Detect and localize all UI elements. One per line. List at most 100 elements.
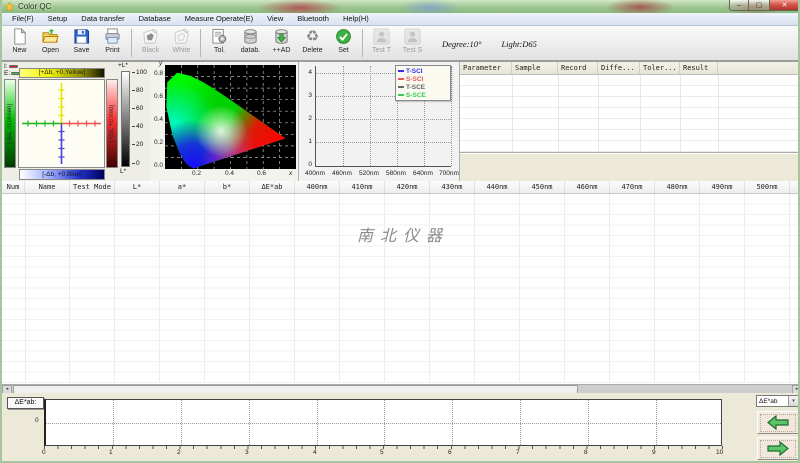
col-test-mode[interactable]: Test Mode [70,181,115,193]
spectral-y-tick: 1 [308,138,312,145]
col-a[interactable]: a* [160,181,205,193]
legend-item-s-sci: S-SCI [398,75,448,83]
save-button[interactable]: Save [66,27,97,60]
spectral-x-tick: 580nm [386,170,406,177]
col-420nm[interactable]: 420nm [385,181,430,193]
result-col-difference[interactable]: Diffe... [598,62,640,74]
lightness-gradient-bar [121,71,130,167]
save-floppy-icon [72,27,91,46]
menu-setup[interactable]: Setup [41,13,75,25]
col-num[interactable]: Num [2,181,25,193]
legend-item-t-sci: T-SCI [398,67,448,75]
result-table-panel: Parameter Sample Record Diffe... Toler..… [459,62,798,182]
trend-x-tick: 0 [42,449,46,456]
sample-legend: E: [4,70,21,77]
col-410nm[interactable]: 410nm [340,181,385,193]
col-b[interactable]: b* [205,181,250,193]
col-460nm[interactable]: 460nm [565,181,610,193]
red-axis-bar: [+Δa, +0,Red] [106,79,118,168]
close-button[interactable]: ✕ [769,0,798,11]
menu-database[interactable]: Database [132,13,178,25]
cie-x-axis-label: x [289,170,293,177]
delta-e-label-button[interactable]: ΔE*ab: [7,397,44,409]
spectral-legend: T-SCI S-SCI T-SCE S-SCE [395,65,451,101]
col-490nm[interactable]: 490nm [700,181,745,193]
set-button[interactable]: Set [328,27,359,60]
l-tick-label: 80 [132,87,143,94]
result-col-parameter[interactable]: Parameter [460,62,512,74]
menu-help[interactable]: Help(H) [336,13,376,25]
cie-diagram [165,65,296,169]
tolerance-gear-document-icon [210,27,229,46]
minimize-button[interactable]: – [729,0,749,11]
database-button[interactable]: datab. [235,27,266,60]
col-deab[interactable]: ΔE*ab [250,181,295,193]
result-col-record[interactable]: Record [558,62,598,74]
person-bust-icon [372,27,391,46]
menu-view[interactable]: View [260,13,290,25]
spectral-x-tick: 700nm [439,170,459,177]
recycle-icon: ♻ [305,28,320,45]
cie-y-tick: 0.8 [153,70,163,77]
previous-record-button[interactable] [757,411,798,434]
next-record-button[interactable] [757,437,798,460]
spectral-y-tick: 0 [308,161,312,168]
tolerance-button[interactable]: Tol. [204,27,235,60]
toolbar-separator [200,29,201,57]
col-480nm[interactable]: 480nm [655,181,700,193]
cie-y-axis-label: y [159,60,163,67]
open-button[interactable]: Open [35,27,66,60]
green-axis-bar: [-Δa, -0,Green] [4,79,16,168]
white-calibration-button[interactable]: White [166,27,197,60]
menu-file[interactable]: File(F) [5,13,41,25]
result-table-body [460,75,798,153]
trend-metric-dropdown[interactable]: ΔE*ab ▾ [756,395,798,407]
menu-measure-operate[interactable]: Measure Operate(E) [178,13,260,25]
cie-y-tick: 0.2 [153,139,163,146]
result-col-tolerance[interactable]: Toler... [640,62,680,74]
spectral-x-tick: 460nm [332,170,352,177]
database-icon [241,27,260,46]
black-calibration-button[interactable]: Black [135,27,166,60]
col-500nm[interactable]: 500nm [745,181,790,193]
col-430nm[interactable]: 430nm [430,181,475,193]
col-440nm[interactable]: 440nm [475,181,520,193]
l-tick-label: 100 [132,69,147,76]
spectral-chart-panel: 4 3 2 1 0 400nm 460nm 520nm 580nm 640nm … [298,62,459,182]
menu-bluetooth[interactable]: Bluetooth [290,13,336,25]
l-tick-label: 20 [132,141,143,148]
cie-x-tick: 0.4 [225,170,235,177]
col-name[interactable]: Name [25,181,70,193]
maximize-button[interactable]: ▢ [749,0,769,11]
result-col-result[interactable]: Result [680,62,718,74]
print-button[interactable]: Print [97,27,128,60]
menu-bar: File(F) Setup Data transfer Database Mea… [2,13,798,26]
add-data-button[interactable]: ++AD [266,27,297,60]
trend-x-tick: 7 [516,449,520,456]
horizontal-scrollbar[interactable]: ◂ ▸ [2,384,798,394]
measurement-table-header: Num Name Test Mode L* a* b* ΔE*ab 400nm … [2,181,798,194]
title-bar: Color QC – ▢ ✕ [2,0,798,13]
menu-data-transfer[interactable]: Data transfer [74,13,131,25]
col-510nm[interactable]: 510nm [790,181,798,193]
cie-x-tick: 0.2 [192,170,202,177]
new-button[interactable]: New [4,27,35,60]
target-color-swatch [8,65,18,68]
test-target-button[interactable]: Test T [366,27,397,60]
col-470nm[interactable]: 470nm [610,181,655,193]
chevron-down-icon[interactable]: ▾ [788,396,798,406]
result-table-header: Parameter Sample Record Diffe... Toler..… [460,62,798,75]
l-tick-label: 40 [132,123,143,130]
legend-dash-icon [398,94,404,96]
toolbar-separator [131,29,132,57]
col-450nm[interactable]: 450nm [520,181,565,193]
result-col-empty [718,62,798,74]
col-l[interactable]: L* [115,181,160,193]
col-400nm[interactable]: 400nm [295,181,340,193]
trend-x-tick: 4 [313,449,317,456]
test-sample-button[interactable]: Test S [397,27,428,60]
app-window: Color QC – ▢ ✕ File(F) Setup Data transf… [0,0,800,463]
result-col-sample[interactable]: Sample [512,62,558,74]
delete-button[interactable]: ♻ Delete [297,27,328,60]
trend-x-tick: 8 [584,449,588,456]
